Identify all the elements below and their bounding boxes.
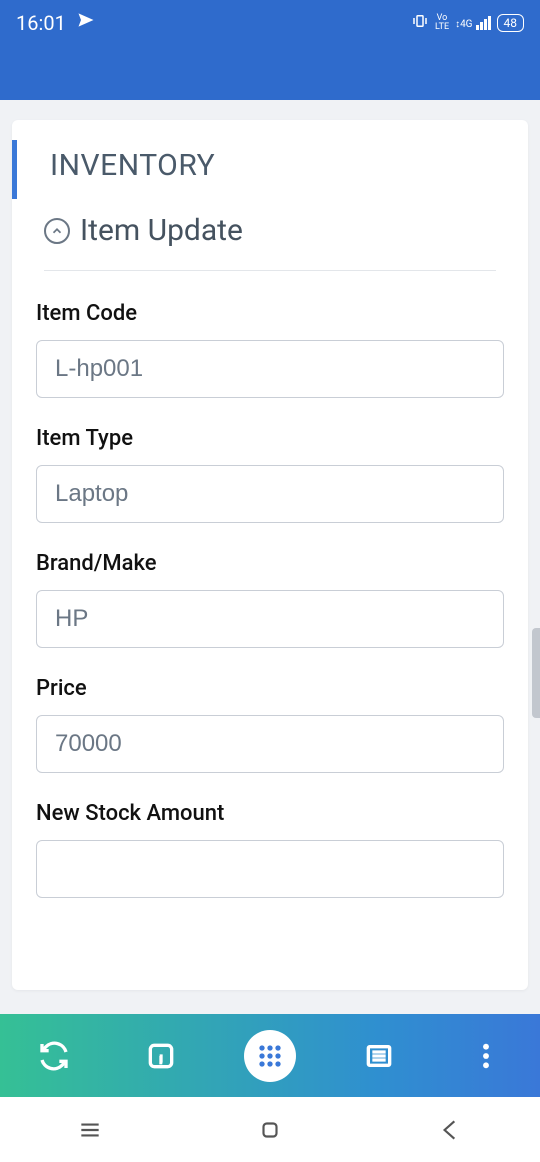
chevron-up-icon (44, 218, 70, 244)
list-button[interactable] (355, 1032, 403, 1080)
status-bar: 16:01 VoLTE ↕4G 48 (0, 0, 540, 45)
battery-icon: 48 (497, 14, 525, 32)
vibrate-icon (411, 12, 429, 34)
field-price: Price (36, 676, 504, 773)
apps-button[interactable] (244, 1030, 296, 1082)
label-item-code: Item Code (36, 301, 504, 326)
nav-recent-button[interactable] (60, 1110, 120, 1150)
app-bottom-bar (0, 1014, 540, 1097)
more-button[interactable] (462, 1032, 510, 1080)
input-new-stock[interactable] (36, 840, 504, 898)
nav-home-button[interactable] (240, 1110, 300, 1150)
status-time: 16:01 (16, 11, 66, 35)
label-price: Price (36, 676, 504, 701)
system-nav-bar (0, 1097, 540, 1162)
volte-icon: VoLTE (435, 14, 449, 32)
input-item-code[interactable] (36, 340, 504, 398)
card-title: INVENTORY (36, 120, 504, 207)
inventory-card: INVENTORY Item Update Item Code Item Typ… (12, 120, 528, 990)
sync-button[interactable] (30, 1032, 78, 1080)
send-icon (76, 10, 96, 35)
page-content: INVENTORY Item Update Item Code Item Typ… (0, 100, 540, 1014)
input-brand[interactable] (36, 590, 504, 648)
info-button[interactable] (137, 1032, 185, 1080)
field-item-code: Item Code (36, 301, 504, 398)
app-header (0, 45, 540, 100)
section-title: Item Update (80, 213, 243, 248)
nav-back-button[interactable] (420, 1110, 480, 1150)
field-item-type: Item Type (36, 426, 504, 523)
label-item-type: Item Type (36, 426, 504, 451)
label-new-stock: New Stock Amount (36, 801, 504, 826)
label-brand: Brand/Make (36, 551, 504, 576)
field-brand: Brand/Make (36, 551, 504, 648)
input-item-type[interactable] (36, 465, 504, 523)
field-new-stock: New Stock Amount (36, 801, 504, 898)
signal-4g-icon: ↕4G (455, 16, 490, 30)
input-price[interactable] (36, 715, 504, 773)
section-item-update[interactable]: Item Update (44, 207, 496, 271)
scroll-indicator[interactable] (532, 628, 540, 718)
